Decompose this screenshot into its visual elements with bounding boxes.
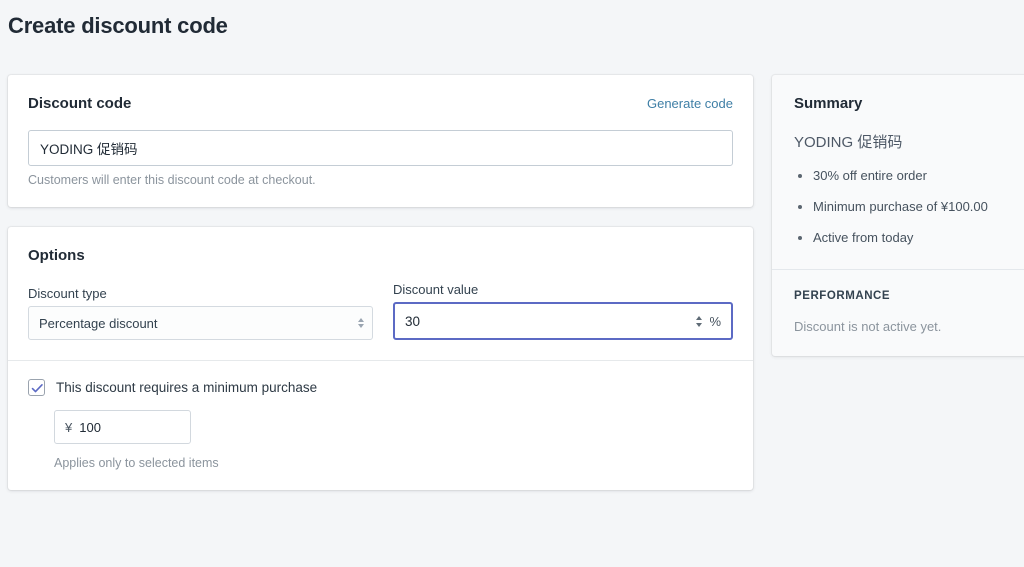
- performance-section: PERFORMANCE Discount is not active yet.: [772, 270, 1024, 356]
- minimum-purchase-help-text: Applies only to selected items: [54, 456, 733, 470]
- discount-code-card: Discount code Generate code Customers wi…: [8, 75, 753, 207]
- options-section: Options Discount type Percentage discoun…: [8, 227, 753, 360]
- minimum-purchase-checkbox-label: This discount requires a minimum purchas…: [56, 380, 317, 395]
- summary-discount-code: YODING 促销码: [794, 131, 1018, 152]
- discount-value-field: Discount value %: [393, 282, 733, 340]
- discount-value-input-wrapper: %: [393, 302, 733, 340]
- minimum-purchase-amount-wrapper: ¥ Applies only to selected items: [54, 410, 733, 470]
- discount-type-select-wrapper: Percentage discount: [28, 306, 373, 340]
- minimum-purchase-input-wrapper: ¥: [54, 410, 191, 444]
- currency-symbol-icon: ¥: [65, 420, 72, 435]
- options-title: Options: [28, 247, 85, 264]
- list-item: Active from today: [794, 230, 1018, 247]
- discount-value-label: Discount value: [393, 282, 733, 297]
- check-icon: [31, 382, 44, 395]
- stepper-updown-icon[interactable]: [696, 316, 702, 327]
- performance-title: PERFORMANCE: [794, 290, 1018, 302]
- discount-type-field: Discount type Percentage discount: [28, 286, 373, 340]
- main-column: Discount code Generate code Customers wi…: [8, 75, 753, 490]
- discount-type-label: Discount type: [28, 286, 373, 301]
- generate-code-link[interactable]: Generate code: [647, 96, 733, 111]
- percent-suffix: %: [709, 314, 721, 329]
- discount-type-selected-value: Percentage discount: [39, 316, 158, 331]
- summary-title: Summary: [794, 95, 1018, 112]
- summary-list: 30% off entire order Minimum purchase of…: [794, 168, 1018, 247]
- minimum-purchase-checkbox[interactable]: [28, 379, 45, 396]
- discount-code-help-text: Customers will enter this discount code …: [28, 173, 733, 187]
- discount-code-header: Discount code Generate code: [28, 95, 733, 112]
- options-card: Options Discount type Percentage discoun…: [8, 227, 753, 490]
- list-item: 30% off entire order: [794, 168, 1018, 185]
- discount-value-input[interactable]: [405, 304, 696, 338]
- page-title: Create discount code: [8, 13, 228, 39]
- options-row: Discount type Percentage discount: [28, 282, 733, 340]
- summary-section: Summary YODING 促销码 30% off entire order …: [772, 75, 1024, 269]
- summary-sidebar: Summary YODING 促销码 30% off entire order …: [772, 75, 1024, 356]
- discount-create-page: Create discount code Discount code Gener…: [0, 0, 1024, 567]
- performance-status-text: Discount is not active yet.: [794, 319, 1018, 334]
- discount-code-section: Discount code Generate code Customers wi…: [8, 75, 753, 207]
- list-item: Minimum purchase of ¥100.00: [794, 199, 1018, 216]
- minimum-purchase-section: This discount requires a minimum purchas…: [8, 361, 753, 490]
- discount-code-input[interactable]: [28, 130, 733, 166]
- options-header: Options: [28, 247, 733, 264]
- minimum-purchase-input[interactable]: [79, 420, 255, 435]
- minimum-purchase-checkbox-row[interactable]: This discount requires a minimum purchas…: [28, 379, 733, 396]
- discount-type-select[interactable]: Percentage discount: [28, 306, 373, 340]
- discount-code-title: Discount code: [28, 95, 131, 112]
